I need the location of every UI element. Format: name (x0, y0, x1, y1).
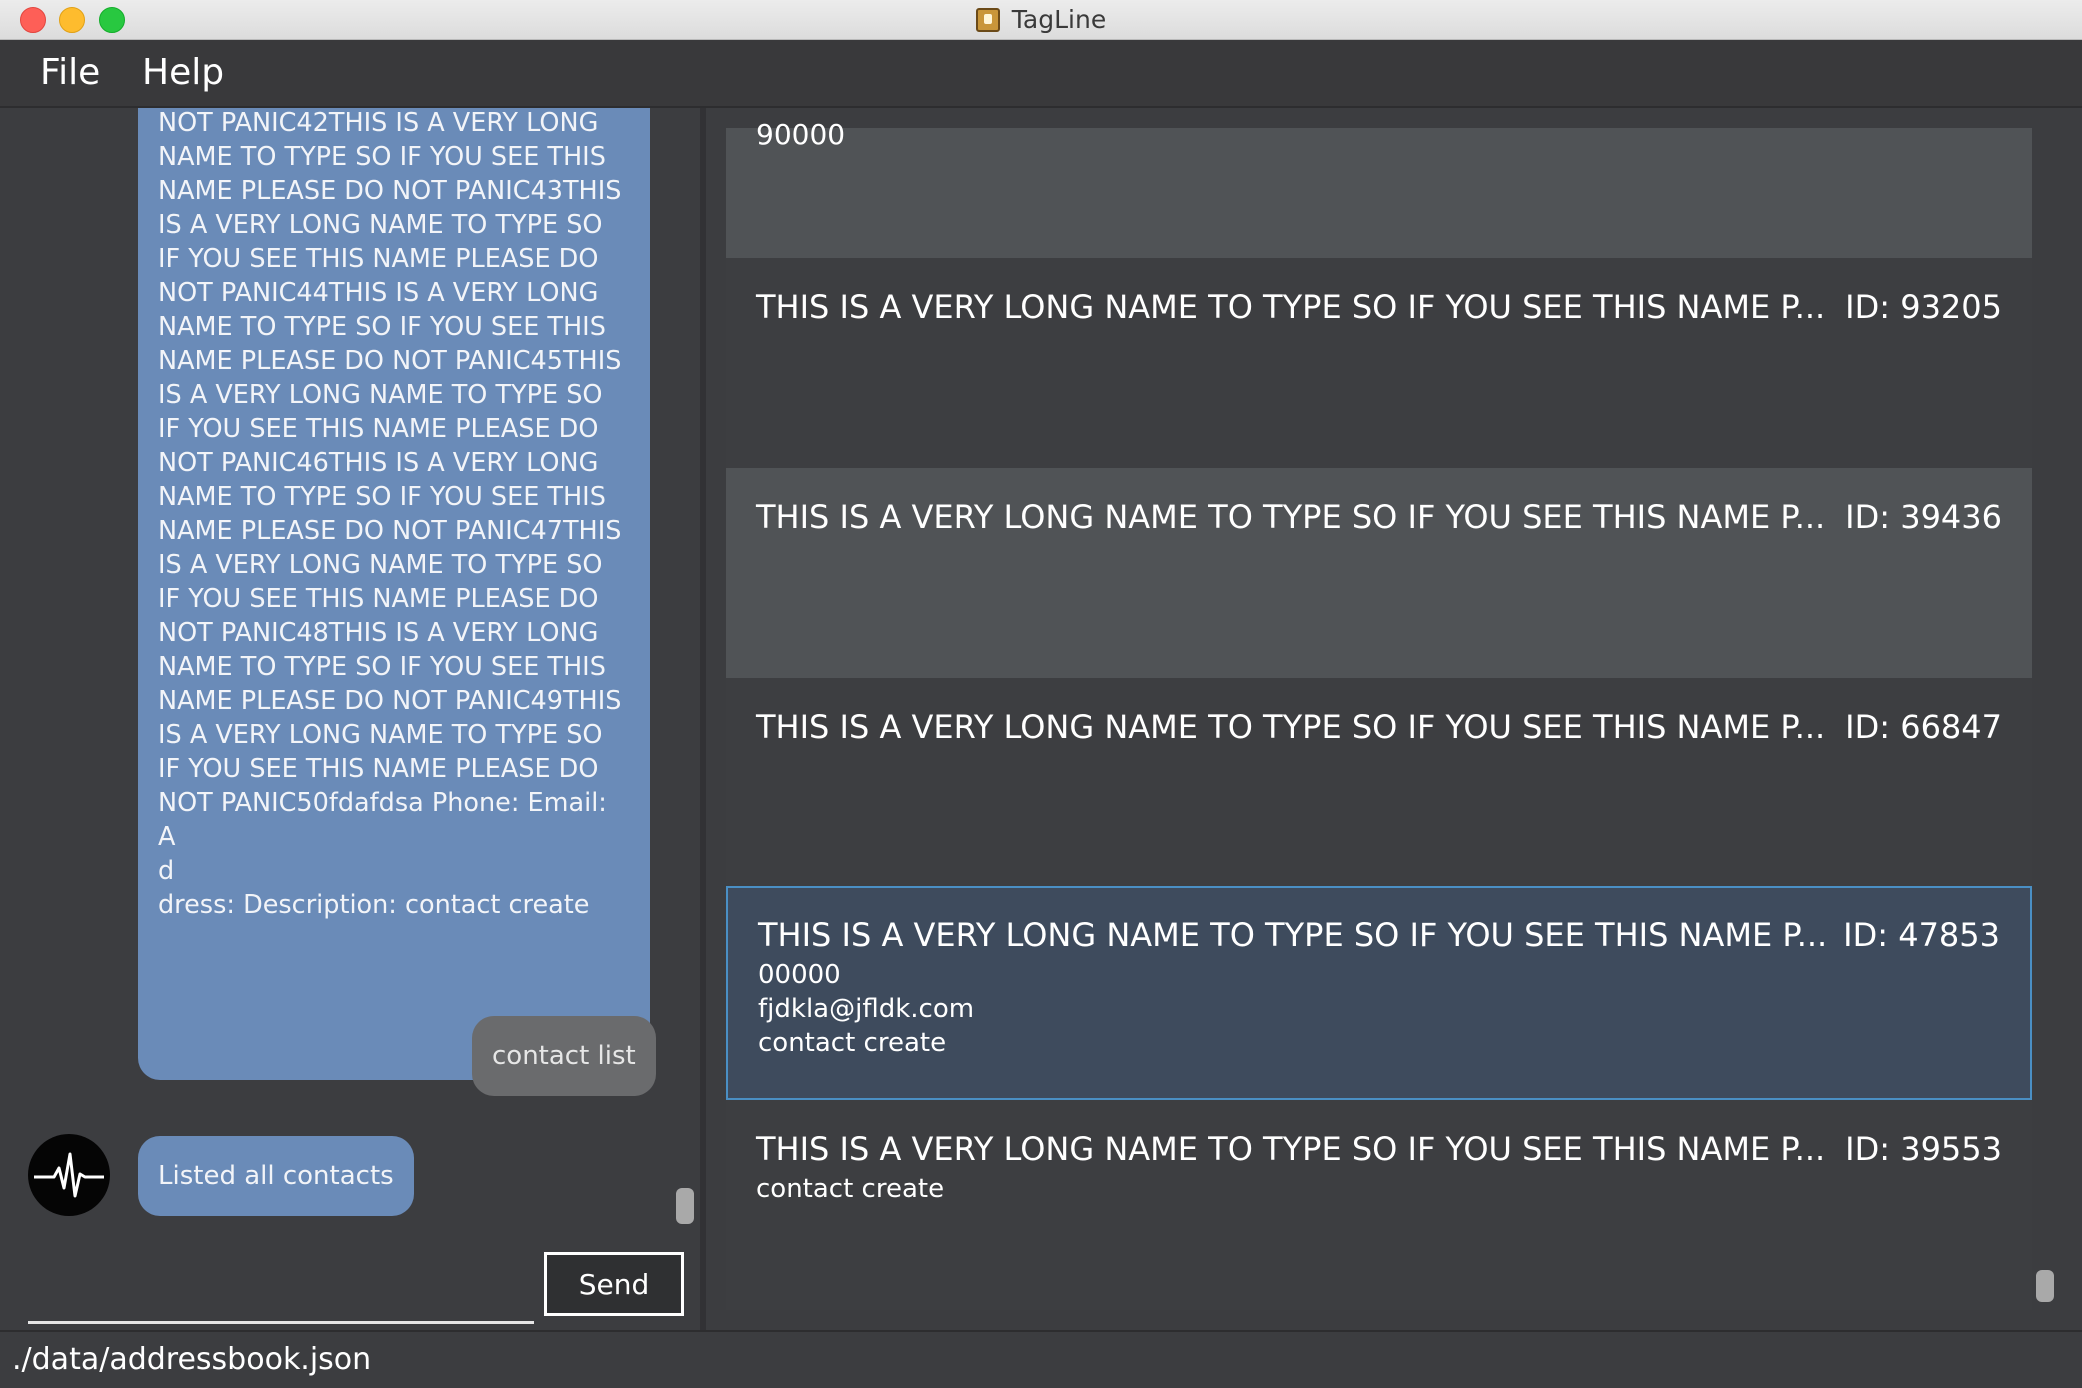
contact-phone: 90000 (756, 118, 846, 151)
contact-card-selected[interactable]: THIS IS A VERY LONG NAME TO TYPE SO IF Y… (726, 886, 2032, 1100)
status-bar: ./data/addressbook.json (0, 1330, 2082, 1388)
contact-id: ID: 39436 (1845, 498, 2002, 536)
contact-card[interactable]: THIS IS A VERY LONG NAME TO TYPE SO IF Y… (726, 468, 2032, 678)
contact-phone: 00000 (758, 960, 841, 990)
bot-avatar-icon (28, 1134, 110, 1216)
chat-message-user: contact list (472, 1016, 656, 1096)
contact-id: ID: 39553 (1845, 1130, 2002, 1168)
contact-name: THIS IS A VERY LONG NAME TO TYPE SO IF Y… (756, 498, 1826, 536)
app-icon (975, 7, 1000, 32)
contact-description: contact create (758, 1028, 947, 1058)
contact-list-panel: 90000 THIS IS A VERY LONG NAME TO TYPE S… (706, 108, 2082, 1330)
contact-list-scrollbar-thumb[interactable] (2036, 1270, 2054, 1302)
window-title: TagLine (1011, 5, 1107, 34)
contact-name: THIS IS A VERY LONG NAME TO TYPE SO IF Y… (756, 708, 1826, 746)
menu-help[interactable]: Help (142, 52, 224, 93)
contact-name: THIS IS A VERY LONG NAME TO TYPE SO IF Y… (758, 916, 1828, 954)
contact-name: THIS IS A VERY LONG NAME TO TYPE SO IF Y… (756, 1130, 1826, 1168)
contact-description: contact create (756, 1174, 945, 1204)
contact-card[interactable]: THIS IS A VERY LONG NAME TO TYPE SO IF Y… (726, 1100, 2032, 1310)
chat-message-response: IF YOU SEE THIS NAME PLEASE DO NOT PANIC… (138, 108, 650, 1080)
command-input[interactable] (28, 1244, 534, 1324)
title-bar: TagLine (0, 0, 2082, 40)
contact-card[interactable]: THIS IS A VERY LONG NAME TO TYPE SO IF Y… (726, 258, 2032, 468)
data-file-path: ./data/addressbook.json (12, 1342, 372, 1377)
contact-id: ID: 93205 (1845, 288, 2002, 326)
contact-id: ID: 66847 (1845, 708, 2002, 746)
chat-message-bot: Listed all contacts (138, 1136, 414, 1216)
menu-file[interactable]: File (40, 52, 100, 93)
app-window: TagLine File Help IF YOU SEE THIS NAME P… (0, 0, 2082, 1388)
contact-id: ID: 47853 (1843, 916, 2000, 954)
contact-email: fjdkla@jfldk.com (758, 994, 975, 1024)
send-button[interactable]: Send (544, 1252, 684, 1316)
contact-card[interactable]: 90000 (726, 118, 2032, 258)
chat-panel: IF YOU SEE THIS NAME PLEASE DO NOT PANIC… (4, 108, 704, 1330)
contact-card[interactable]: THIS IS A VERY LONG NAME TO TYPE SO IF Y… (726, 678, 2032, 888)
contact-name: THIS IS A VERY LONG NAME TO TYPE SO IF Y… (756, 288, 1826, 326)
menu-bar: File Help (0, 40, 2082, 108)
chat-scrollbar-thumb[interactable] (676, 1188, 694, 1224)
